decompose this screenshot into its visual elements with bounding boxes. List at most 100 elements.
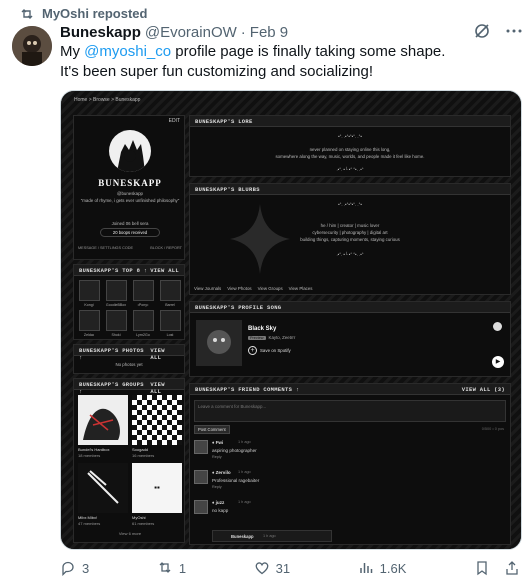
profile-avatar	[109, 130, 151, 172]
top8-friend-avatar[interactable]	[106, 310, 127, 331]
photos-view-all[interactable]: VIEW ALL	[150, 347, 179, 361]
album-art[interactable]	[196, 320, 242, 366]
groups-view-all[interactable]: VIEW ALL	[150, 381, 179, 395]
attached-image[interactable]: Home > Browse > Buneskapp EDIT BUNESKAPP…	[60, 90, 522, 550]
blurbs-title: BUNESKAPP'S BLURBS	[195, 186, 260, 193]
nested-reply-user[interactable]: Buneskapp	[231, 534, 254, 539]
comments-title: BUNESKAPP'S FRIEND COMMENTS ↑	[195, 386, 300, 393]
mention-link[interactable]: @myoshi_co	[84, 43, 171, 60]
group-image-3[interactable]	[78, 463, 128, 513]
preview-badge: Preview	[248, 335, 266, 340]
tweet-header: Buneskapp @EvorainOW · Feb 9	[60, 24, 289, 41]
lore-title: BUNESKAPP'S LORE	[195, 118, 253, 125]
top8-view-all[interactable]: VIEW ALL	[150, 267, 179, 274]
block-report-link[interactable]: BLOCK / REPORT	[150, 246, 182, 250]
lore-line-2: somewhere along the way, music, worlds, …	[275, 154, 425, 159]
breadcrumb: Home > Browse > Buneskapp	[74, 97, 141, 103]
photos-header: BUNESKAPP'S PHOTOS ↑ VIEW ALL	[74, 345, 184, 361]
repost-action-icon	[157, 560, 173, 576]
play-button[interactable]: ▶	[492, 356, 504, 368]
boops-badge[interactable]: 20 boops received	[100, 228, 160, 237]
comments-view-all[interactable]: VIEW ALL (3)	[462, 386, 505, 393]
profile-footer: MESSAGE / SETTLINGS CODE BLOCK / REPORT	[78, 246, 182, 250]
comment-time: 1 h ago	[238, 440, 251, 444]
top8-friend-name[interactable]: Lost	[159, 333, 181, 337]
grok-icon[interactable]	[473, 22, 491, 40]
comment-reply-link[interactable]: Reply	[212, 455, 222, 459]
more-icon[interactable]	[505, 22, 523, 40]
commenter-avatar[interactable]	[194, 440, 208, 454]
view-places-link[interactable]: View Places	[289, 286, 313, 291]
tweet-action-bar: 3 1 31 1.6K	[60, 560, 520, 576]
display-name[interactable]: Buneskapp	[60, 24, 141, 41]
top8-friend-avatar[interactable]	[106, 280, 127, 301]
group-name-4[interactable]: MyOshi	[132, 515, 146, 520]
group-image-2[interactable]	[132, 395, 182, 445]
comment-text: Professional ragebaiter	[212, 478, 260, 483]
avatar[interactable]	[12, 26, 52, 66]
heart-icon	[254, 560, 270, 576]
view-photos-link[interactable]: View Photos	[227, 286, 251, 291]
top8-friend-avatar[interactable]	[160, 310, 181, 331]
views-icon	[358, 560, 374, 576]
tweet-date[interactable]: Feb 9	[250, 24, 288, 41]
top8-panel: BUNESKAPP'S TOP 8 ↑ VIEW ALL Kongi GoodieB…	[73, 264, 185, 340]
nested-reply: Buneskapp 1 h ago	[212, 530, 332, 542]
save-on-spotify[interactable]: + Save on Spotify	[248, 346, 291, 355]
commenter-name[interactable]: ♦ Fwi	[212, 440, 223, 445]
plus-icon: +	[248, 346, 257, 355]
bookmark-icon[interactable]	[474, 560, 490, 576]
top8-friend-name[interactable]: GoodieBBox	[105, 303, 127, 307]
view-journals-link[interactable]: View Journals	[194, 286, 221, 291]
comment-time: 1 h ago	[238, 500, 251, 504]
handle[interactable]: @EvorainOW	[145, 24, 237, 41]
groups-panel: BUNESKAPP'S GROUPS ↑ VIEW ALL Bundel's Ha…	[73, 378, 185, 543]
top8-friend-name[interactable]: Zelda•	[78, 333, 100, 337]
top8-friend-avatar[interactable]	[160, 280, 181, 301]
comment-counter: 0/500 • 0 pos	[481, 427, 504, 431]
commenter-name[interactable]: ♦ juzz	[212, 500, 224, 505]
comment-input[interactable]: Leave a comment for Buneskapp...	[194, 400, 506, 422]
repost-indicator[interactable]: MyOshi reposted	[20, 6, 147, 21]
top8-friend-avatar[interactable]	[79, 310, 100, 331]
spotify-icon[interactable]	[493, 322, 502, 331]
like-button[interactable]: 31	[254, 560, 290, 576]
photos-panel: BUNESKAPP'S PHOTOS ↑ VIEW ALL No photos y…	[73, 344, 185, 374]
track-name[interactable]: Black Sky	[248, 326, 276, 332]
commenter-avatar[interactable]	[194, 500, 208, 514]
group-name-1[interactable]: Bundel's Hardbox	[78, 447, 109, 452]
top8-friend-name[interactable]: •Pony•	[132, 303, 154, 307]
view-groups-link[interactable]: View Groups	[258, 286, 283, 291]
commenter-name[interactable]: ♦ Zervilo	[212, 470, 231, 475]
group-name-2[interactable]: Soogadd	[132, 447, 148, 452]
group-members-1: 18 members	[78, 453, 101, 458]
repost-icon	[20, 8, 34, 20]
top8-friend-name[interactable]: Barrel	[159, 303, 181, 307]
reply-button[interactable]: 3	[60, 560, 89, 576]
group-image-1[interactable]	[78, 395, 128, 445]
groups-more-link[interactable]: View 6 more	[74, 531, 186, 536]
top8-title: BUNESKAPP'S TOP 8 ↑	[79, 267, 148, 274]
top8-friend-avatar[interactable]	[79, 280, 100, 301]
share-icon[interactable]	[504, 560, 520, 576]
top8-friend-avatar[interactable]	[133, 310, 154, 331]
track-artist[interactable]: Kayto, Zeetrrr	[269, 335, 296, 340]
top8-friend-avatar[interactable]	[133, 280, 154, 301]
group-name-3[interactable]: Mlbx Mlbx!	[78, 515, 97, 520]
top8-friend-name[interactable]: Lyrn2Go	[132, 333, 154, 337]
group-image-4[interactable]: ▪▪	[132, 463, 182, 513]
comment-reply-link[interactable]: Reply	[212, 485, 222, 489]
repost-button[interactable]: 1	[157, 560, 186, 576]
edit-profile-link[interactable]: EDIT	[169, 118, 180, 124]
reply-icon	[60, 560, 76, 576]
profile-handle: @buneskapp	[117, 191, 143, 196]
post-comment-button[interactable]: Post Comment	[194, 425, 230, 434]
top8-friend-name[interactable]: Kongi	[78, 303, 100, 307]
commenter-avatar[interactable]	[194, 470, 208, 484]
views-button[interactable]: 1.6K	[358, 560, 406, 576]
reply-count: 3	[82, 560, 90, 576]
photos-title: BUNESKAPP'S PHOTOS ↑	[79, 347, 144, 361]
message-link[interactable]: MESSAGE / SETTLINGS CODE	[78, 246, 133, 250]
top8-friend-name[interactable]: Shoki	[105, 333, 127, 337]
top-actions	[473, 22, 523, 40]
